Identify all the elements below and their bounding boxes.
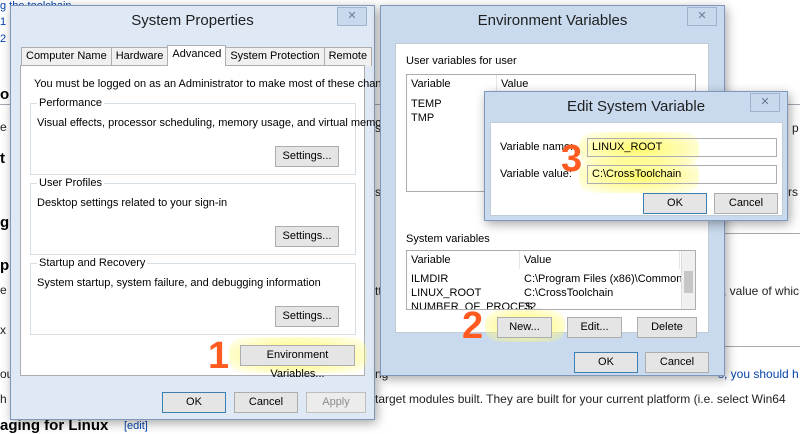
close-icon[interactable]: ✕ (750, 93, 780, 112)
close-icon[interactable]: ✕ (687, 7, 717, 26)
cancel-button[interactable]: Cancel (234, 392, 298, 413)
performance-legend: Performance (37, 97, 104, 109)
toc-link-1[interactable]: 1 (0, 16, 6, 28)
ok-button[interactable]: OK (574, 352, 638, 373)
edit-link[interactable]: [edit] (124, 420, 148, 432)
startup-recovery-legend: Startup and Recovery (37, 257, 148, 269)
text-fragment: e (0, 283, 7, 297)
user-profiles-settings-button[interactable]: Settings... (275, 226, 339, 247)
table-row-value[interactable]: 32 (524, 300, 536, 309)
column-header-variable[interactable]: Variable (407, 251, 520, 269)
list-item[interactable]: TMP (411, 111, 434, 125)
column-header-value[interactable]: Value (520, 251, 680, 269)
heading-fragment: o (0, 86, 10, 103)
text-fragment: h (0, 392, 7, 406)
text-fragment: target modules built. They are built for… (375, 392, 786, 406)
system-properties-window: System Properties ✕ Computer Name Hardwa… (10, 5, 402, 420)
close-icon[interactable]: ✕ (337, 7, 367, 26)
table-row-variable[interactable]: ILMDIR (411, 272, 448, 286)
advanced-tab-panel: You must be logged on as an Administrato… (20, 65, 402, 380)
user-profiles-group: User Profiles Desktop settings related t… (30, 177, 356, 255)
tab-hardware[interactable]: Hardware (110, 47, 169, 66)
ok-button[interactable]: OK (643, 193, 707, 214)
performance-description: Visual effects, processor scheduling, me… (37, 117, 391, 129)
toc-link-2[interactable]: 2 (0, 33, 6, 45)
text-fragment: x (0, 323, 6, 337)
delete-button[interactable]: Delete (637, 317, 697, 338)
environment-variables-button[interactable]: Environment Variables... (240, 345, 355, 380)
user-profiles-legend: User Profiles (37, 177, 104, 189)
table-row-value[interactable]: C:\CrossToolchain (524, 286, 613, 300)
tab-remote[interactable]: Remote (323, 47, 373, 66)
system-variables-list[interactable]: Variable Value ILMDIR C:\Program Files (… (406, 250, 696, 310)
heading-fragment: p (0, 257, 10, 274)
tab-strip: Computer Name Hardware Advanced System P… (21, 45, 373, 66)
vertical-scrollbar[interactable] (681, 251, 695, 309)
callout-number-1: 1 (208, 335, 230, 377)
startup-recovery-group: Startup and Recovery System startup, sys… (30, 257, 356, 335)
text-fragment: T, value of whic (717, 284, 800, 298)
table-row-variable[interactable]: LINUX_ROOT (411, 286, 481, 300)
cancel-button[interactable]: Cancel (645, 352, 709, 373)
heading-fragment: g (0, 214, 10, 231)
startup-recovery-description: System startup, system failure, and debu… (37, 277, 321, 289)
table-row-value[interactable]: C:\Program Files (x86)\Common Files\ (524, 272, 695, 286)
user-profiles-description: Desktop settings related to your sign-in (37, 197, 228, 209)
apply-button[interactable]: Apply (306, 392, 366, 413)
variable-value-field[interactable]: C:\CrossToolchain (587, 165, 777, 184)
heading-fragment: t (0, 150, 5, 167)
ok-button[interactable]: OK (162, 392, 226, 413)
tab-system-protection[interactable]: System Protection (225, 47, 325, 66)
list-item[interactable]: TEMP (411, 97, 442, 111)
edit-system-variable-dialog: Edit System Variable ✕ Variable name: Va… (484, 91, 788, 221)
new-button[interactable]: New... (497, 317, 552, 338)
edit-button[interactable]: Edit... (567, 317, 622, 338)
window-title: Environment Variables (477, 12, 628, 29)
text-fragment: s, you should h (718, 367, 799, 381)
performance-group: Performance Visual effects, processor sc… (30, 97, 391, 175)
callout-number-2: 2 (462, 305, 484, 347)
tab-computer-name[interactable]: Computer Name (21, 47, 112, 66)
tab-advanced[interactable]: Advanced (167, 45, 227, 66)
cancel-button[interactable]: Cancel (714, 193, 778, 214)
variable-name-field[interactable]: LINUX_ROOT (587, 138, 777, 157)
text-fragment: e (0, 120, 7, 134)
text-fragment: p (792, 121, 799, 135)
performance-settings-button[interactable]: Settings... (275, 146, 339, 167)
callout-number-3: 3 (561, 138, 583, 180)
window-title: System Properties (131, 12, 254, 29)
system-variables-label: System variables (406, 233, 490, 245)
edit-dialog-panel: Variable name: Variable value: LINUX_ROO… (490, 122, 783, 216)
window-title: Edit System Variable (566, 98, 706, 115)
startup-recovery-settings-button[interactable]: Settings... (275, 306, 339, 327)
text-fragment: rs (788, 185, 798, 199)
user-variables-label: User variables for user (406, 55, 517, 67)
admin-notice: You must be logged on as an Administrato… (34, 78, 403, 90)
scrollbar-thumb[interactable] (684, 271, 693, 293)
divider (720, 346, 800, 347)
